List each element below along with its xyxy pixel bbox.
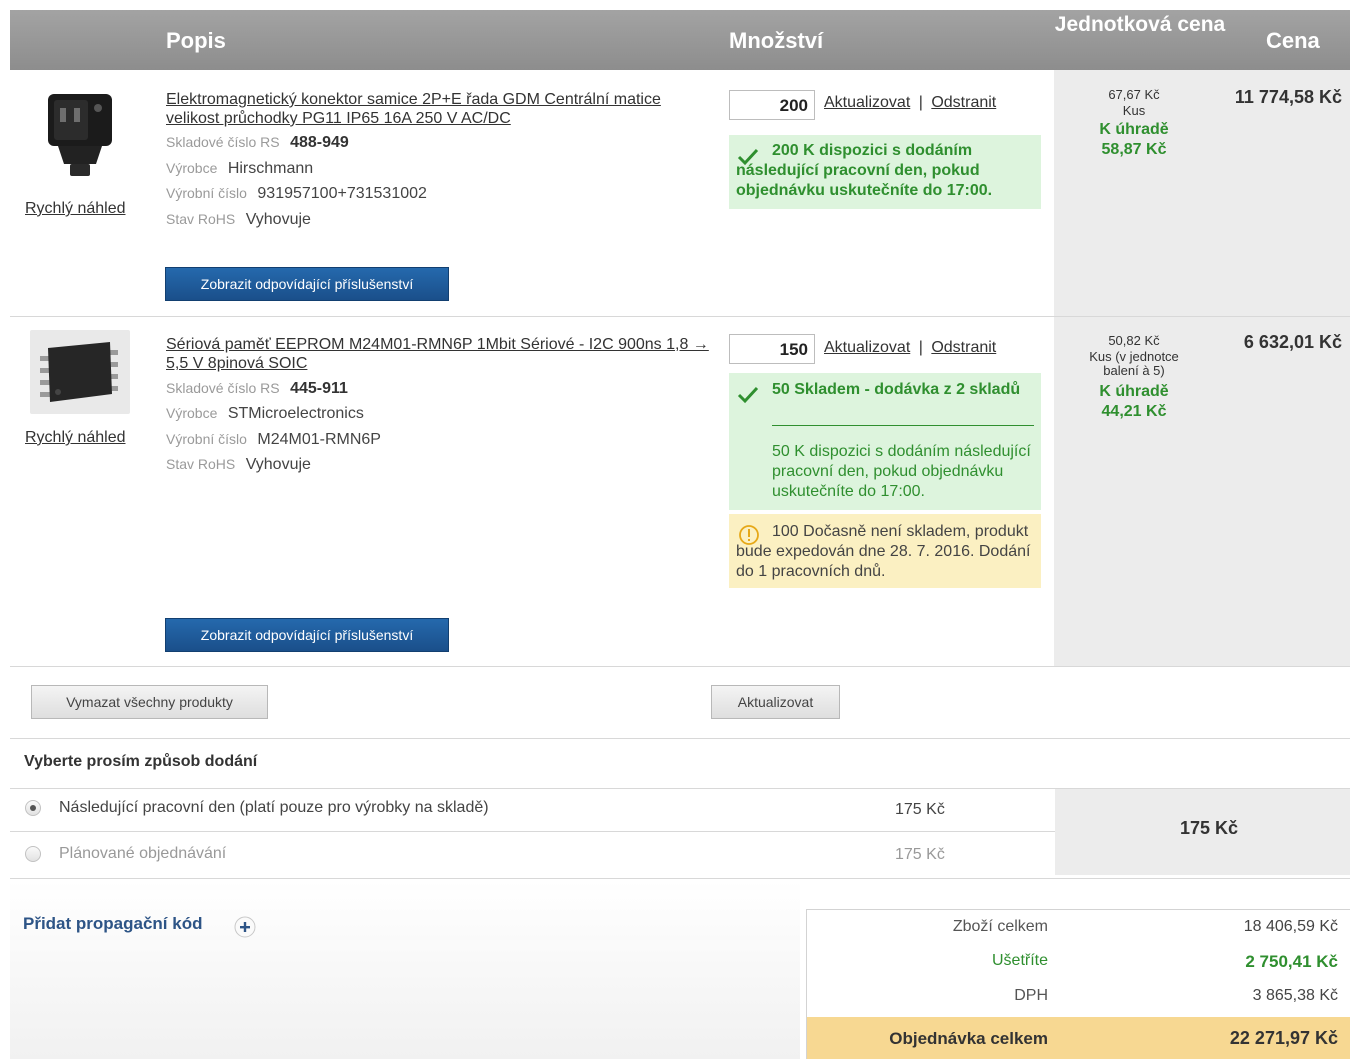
delivery-heading: Vyberte prosím způsob dodání (24, 753, 258, 770)
show-accessories-button-1[interactable]: Zobrazit odpovídající příslušenství (165, 267, 449, 301)
check-icon (737, 386, 759, 404)
goods-total-label: Zboží celkem (952, 918, 1048, 935)
plus-circle-icon[interactable] (233, 915, 257, 939)
savings-label: Ušetříte (991, 952, 1048, 969)
manufacturer-label: Výrobce (166, 160, 218, 176)
update-link-1[interactable]: Aktualizovat (824, 94, 910, 111)
pay-value-1: 58,87 Kč (1101, 141, 1167, 158)
item-actions-1: Aktualizovat | Odstranit (824, 94, 996, 112)
warning-text-2: 100 Dočasně není skladem, produkt bude e… (736, 523, 1031, 580)
quantity-input-2[interactable]: 150 (729, 334, 815, 364)
delivery-option-price-2: 175 Kč (895, 846, 945, 863)
partno-label: Výrobní číslo (166, 185, 247, 201)
delivery-option-price-1: 175 Kč (895, 801, 945, 818)
manufacturer-row-1: Výrobce Hirschmann (166, 160, 313, 178)
product-title-1[interactable]: Elektromagnetický konektor samice 2P+E ř… (166, 90, 711, 128)
vat-value: 3 865,38 Kč (1252, 987, 1338, 1004)
stock-text-1: 200 K dispozici s dodáním následující pr… (736, 142, 993, 199)
rohs-label: Stav RoHS (166, 456, 236, 472)
partno-row-1: Výrobní číslo 931957100+731531002 (166, 185, 427, 203)
pay-label-2: K úhradě (1099, 383, 1169, 400)
unit-label-1: Kus (1122, 103, 1146, 118)
rs-label: Skladové číslo RS (166, 134, 280, 150)
header-unit-price: Jednotková cena (1054, 13, 1226, 36)
quick-view-link-1[interactable]: Rychlý náhled (25, 200, 126, 218)
rohs-row-1: Stav RoHS Vyhovuje (166, 211, 311, 229)
divider (10, 878, 1350, 879)
separator: | (918, 94, 923, 111)
partno-label: Výrobní číslo (166, 431, 247, 447)
delivery-option-next-day[interactable]: Následující pracovní den (platí pouze pr… (59, 799, 489, 817)
remove-link-2[interactable]: Odstranit (931, 339, 996, 356)
rohs-row-2: Stav RoHS Vyhovuje (166, 456, 311, 474)
pay-label-1: K úhradě (1099, 121, 1169, 138)
delivery-selected-price: 175 Kč (1180, 818, 1239, 838)
header-price: Cena (1266, 28, 1320, 53)
delivery-option-planned[interactable]: Plánované objednávání (59, 845, 226, 863)
partno-row-2: Výrobní číslo M24M01-RMN6P (166, 431, 381, 449)
unit-price-1: 67,67 Kč (1108, 87, 1160, 102)
stock-heading-2: 50 Skladem - dodávka z 2 skladů (772, 381, 1021, 398)
separator: | (918, 339, 923, 356)
manufacturer-value: STMicroelectronics (227, 405, 364, 422)
order-total-value: 22 271,97 Kč (1229, 1028, 1338, 1048)
order-total-label: Objednávka celkem (889, 1029, 1048, 1048)
quick-view-link-2[interactable]: Rychlý náhled (25, 429, 126, 447)
update-link-2[interactable]: Aktualizovat (824, 339, 910, 356)
stock-divider (772, 425, 1034, 426)
unit-price-2: 50,82 Kč (1108, 333, 1160, 348)
rs-value: 445-911 (290, 380, 348, 397)
delivery-radio-next-day[interactable] (25, 800, 41, 816)
rs-value: 488-949 (290, 134, 349, 151)
divider (10, 738, 1350, 739)
quantity-input-1[interactable]: 200 (729, 90, 815, 120)
goods-total-value: 18 406,59 Kč (1243, 918, 1338, 935)
promo-area (10, 880, 800, 1059)
header-popis: Popis (166, 28, 226, 53)
pay-value-2: 44,21 Kč (1101, 403, 1167, 420)
partno-value: 931957100+731531002 (257, 185, 427, 202)
manufacturer-row-2: Výrobce STMicroelectronics (166, 405, 364, 423)
rohs-value: Vyhovuje (245, 211, 311, 228)
item-total-2: 6 632,01 Kč (1243, 332, 1342, 352)
product-title-2[interactable]: Sériová paměť EEPROM M24M01-RMN6P 1Mbit … (166, 335, 711, 373)
header-mnozstvi: Množství (729, 28, 824, 53)
item-actions-2: Aktualizovat | Odstranit (824, 339, 996, 357)
show-accessories-button-2[interactable]: Zobrazit odpovídající příslušenství (165, 618, 449, 652)
rs-number-row-1: Skladové číslo RS 488-949 (166, 134, 349, 152)
savings-value: 2 750,41 Kč (1245, 952, 1338, 971)
cart-header: Popis Množství Jednotková cena Cena (10, 10, 1350, 70)
rohs-value: Vyhovuje (245, 456, 311, 473)
product-image-eeprom[interactable] (30, 330, 130, 414)
remove-link-1[interactable]: Odstranit (931, 94, 996, 111)
manufacturer-value: Hirschmann (227, 160, 314, 177)
update-all-button[interactable]: Aktualizovat (711, 685, 840, 719)
divider (10, 666, 1350, 667)
promo-code-link[interactable]: Přidat propagační kód (23, 914, 202, 934)
stock-text-2: 50 K dispozici s dodáním následující pra… (772, 443, 1031, 500)
rs-label: Skladové číslo RS (166, 380, 280, 396)
divider (10, 316, 1350, 317)
vat-label: DPH (1014, 987, 1048, 1004)
unit-label-2: Kus (v jednotce balení à 5) (1089, 349, 1179, 378)
divider (10, 831, 1055, 832)
delivery-radio-planned[interactable] (25, 846, 41, 862)
clear-all-button[interactable]: Vymazat všechny produkty (31, 685, 268, 719)
item-total-1: 11 774,58 Kč (1234, 87, 1342, 107)
manufacturer-label: Výrobce (166, 405, 218, 421)
rs-number-row-2: Skladové číslo RS 445-911 (166, 380, 348, 398)
product-image-connector[interactable] (38, 88, 122, 180)
partno-value: M24M01-RMN6P (257, 431, 381, 448)
rohs-label: Stav RoHS (166, 211, 236, 227)
